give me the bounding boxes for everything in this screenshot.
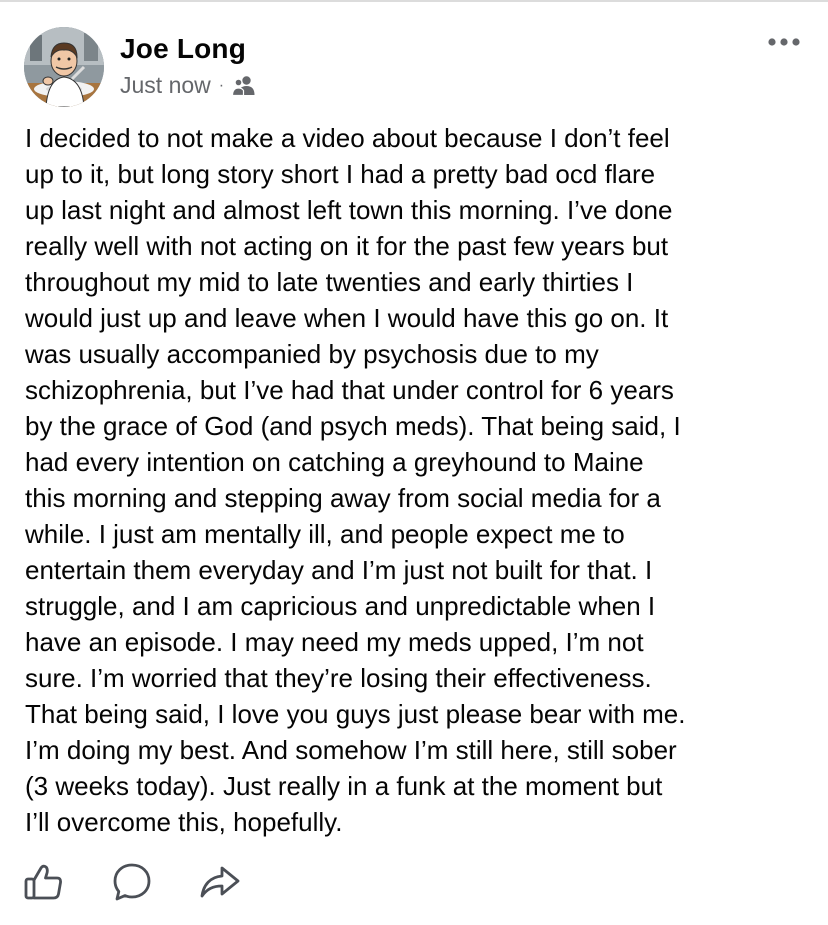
share-icon: [200, 866, 240, 898]
comment-icon: [113, 863, 151, 901]
post-body-line: entertain them everyday and I’m just not…: [25, 555, 653, 585]
post-body-line: had every intention on catching a greyho…: [25, 447, 644, 477]
more-options-button[interactable]: [764, 32, 804, 52]
post-body-line: this morning and stepping away from soci…: [25, 483, 661, 513]
avatar-illustration: [24, 27, 104, 107]
post-body-line: would just up and leave when I would hav…: [25, 303, 669, 333]
post-body-line: was usually accompanied by psychosis due…: [25, 339, 599, 369]
post-body-line: up last night and almost left town this …: [25, 195, 673, 225]
post-body-line: sure. I’m worried that they’re losing th…: [25, 663, 652, 693]
post-body-line: really well with not acting on it for th…: [25, 231, 669, 261]
post-body-line: (3 weeks today). Just really in a funk a…: [25, 771, 663, 801]
more-horizontal-icon: [768, 38, 800, 46]
post-actions: [22, 860, 262, 908]
post-body-line: I’m doing my best. And somehow I’m still…: [25, 735, 677, 765]
post-body-line: I’ll overcome this, hopefully.: [25, 807, 343, 837]
comment-button[interactable]: [110, 860, 154, 904]
like-button[interactable]: [22, 860, 66, 904]
post-body-line: have an episode. I may need my meds uppe…: [25, 627, 644, 657]
meta-separator: ·: [218, 76, 225, 94]
post-body-line: That being said, I love you guys just pl…: [25, 699, 686, 729]
post-body-line: throughout my mid to late twenties and e…: [25, 267, 634, 297]
post-body-text: I decided to not make a video about beca…: [25, 120, 815, 840]
post-body-line: struggle, and I am capricious and unpred…: [25, 591, 656, 621]
avatar[interactable]: [24, 27, 104, 107]
post-body-line: by the grace of God (and psych meds). Th…: [25, 411, 681, 441]
friends-icon[interactable]: [231, 75, 256, 97]
post-body-line: while. I just am mentally ill, and peopl…: [25, 519, 625, 549]
thumbs-up-icon: [24, 864, 62, 900]
share-button[interactable]: [198, 860, 242, 904]
post-meta: Just now ·: [120, 72, 256, 99]
post-body-line: I decided to not make a video about beca…: [25, 123, 670, 153]
post-card: Joe Long Just now · I decided to not mak…: [0, 0, 828, 925]
timestamp[interactable]: Just now: [120, 72, 211, 99]
author-name[interactable]: Joe Long: [120, 33, 246, 65]
post-body-line: schizophrenia, but I’ve had that under c…: [25, 375, 674, 405]
post-body-line: up to it, but long story short I had a p…: [25, 159, 656, 189]
